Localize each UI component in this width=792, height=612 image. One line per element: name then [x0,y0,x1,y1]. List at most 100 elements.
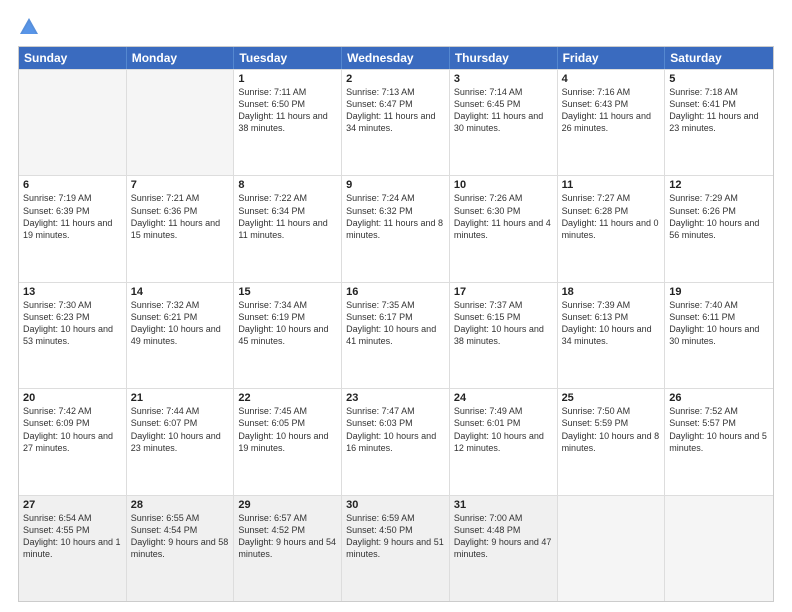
day-number: 26 [669,392,769,404]
cell-text: Sunrise: 7:37 AMSunset: 6:15 PMDaylight:… [454,299,553,348]
cell-text: Sunrise: 7:14 AMSunset: 6:45 PMDaylight:… [454,86,553,135]
calendar-cell: 20Sunrise: 7:42 AMSunset: 6:09 PMDayligh… [19,389,127,494]
calendar-day-header: Friday [558,47,666,69]
day-number: 15 [238,286,337,298]
calendar-day-header: Tuesday [234,47,342,69]
day-number: 10 [454,179,553,191]
calendar-row: 6Sunrise: 7:19 AMSunset: 6:39 PMDaylight… [19,175,773,281]
calendar-cell: 10Sunrise: 7:26 AMSunset: 6:30 PMDayligh… [450,176,558,281]
calendar-row: 27Sunrise: 6:54 AMSunset: 4:55 PMDayligh… [19,495,773,601]
calendar-row: 13Sunrise: 7:30 AMSunset: 6:23 PMDayligh… [19,282,773,388]
calendar-cell: 8Sunrise: 7:22 AMSunset: 6:34 PMDaylight… [234,176,342,281]
calendar-cell [19,70,127,175]
cell-text: Sunrise: 7:19 AMSunset: 6:39 PMDaylight:… [23,192,122,241]
calendar-cell: 24Sunrise: 7:49 AMSunset: 6:01 PMDayligh… [450,389,558,494]
cell-text: Sunrise: 7:00 AMSunset: 4:48 PMDaylight:… [454,512,553,561]
calendar-cell: 13Sunrise: 7:30 AMSunset: 6:23 PMDayligh… [19,283,127,388]
cell-text: Sunrise: 7:30 AMSunset: 6:23 PMDaylight:… [23,299,122,348]
calendar-cell: 22Sunrise: 7:45 AMSunset: 6:05 PMDayligh… [234,389,342,494]
day-number: 28 [131,499,230,511]
day-number: 25 [562,392,661,404]
calendar-day-header: Saturday [665,47,773,69]
cell-text: Sunrise: 6:55 AMSunset: 4:54 PMDaylight:… [131,512,230,561]
calendar-cell: 27Sunrise: 6:54 AMSunset: 4:55 PMDayligh… [19,496,127,601]
day-number: 9 [346,179,445,191]
day-number: 13 [23,286,122,298]
cell-text: Sunrise: 7:16 AMSunset: 6:43 PMDaylight:… [562,86,661,135]
calendar-cell: 12Sunrise: 7:29 AMSunset: 6:26 PMDayligh… [665,176,773,281]
day-number: 29 [238,499,337,511]
calendar-cell: 28Sunrise: 6:55 AMSunset: 4:54 PMDayligh… [127,496,235,601]
calendar-cell: 21Sunrise: 7:44 AMSunset: 6:07 PMDayligh… [127,389,235,494]
calendar-row: 20Sunrise: 7:42 AMSunset: 6:09 PMDayligh… [19,388,773,494]
day-number: 31 [454,499,553,511]
day-number: 19 [669,286,769,298]
calendar-row: 1Sunrise: 7:11 AMSunset: 6:50 PMDaylight… [19,69,773,175]
day-number: 12 [669,179,769,191]
cell-text: Sunrise: 6:54 AMSunset: 4:55 PMDaylight:… [23,512,122,561]
calendar-cell: 15Sunrise: 7:34 AMSunset: 6:19 PMDayligh… [234,283,342,388]
calendar-cell [127,70,235,175]
day-number: 22 [238,392,337,404]
page: SundayMondayTuesdayWednesdayThursdayFrid… [0,0,792,612]
calendar-cell: 25Sunrise: 7:50 AMSunset: 5:59 PMDayligh… [558,389,666,494]
cell-text: Sunrise: 7:32 AMSunset: 6:21 PMDaylight:… [131,299,230,348]
calendar-cell: 6Sunrise: 7:19 AMSunset: 6:39 PMDaylight… [19,176,127,281]
day-number: 23 [346,392,445,404]
calendar-cell: 4Sunrise: 7:16 AMSunset: 6:43 PMDaylight… [558,70,666,175]
logo [18,16,44,38]
calendar-cell: 31Sunrise: 7:00 AMSunset: 4:48 PMDayligh… [450,496,558,601]
cell-text: Sunrise: 7:40 AMSunset: 6:11 PMDaylight:… [669,299,769,348]
day-number: 6 [23,179,122,191]
calendar-cell: 2Sunrise: 7:13 AMSunset: 6:47 PMDaylight… [342,70,450,175]
calendar-cell: 30Sunrise: 6:59 AMSunset: 4:50 PMDayligh… [342,496,450,601]
calendar-body: 1Sunrise: 7:11 AMSunset: 6:50 PMDaylight… [19,69,773,601]
calendar-cell: 19Sunrise: 7:40 AMSunset: 6:11 PMDayligh… [665,283,773,388]
cell-text: Sunrise: 7:39 AMSunset: 6:13 PMDaylight:… [562,299,661,348]
day-number: 17 [454,286,553,298]
cell-text: Sunrise: 7:26 AMSunset: 6:30 PMDaylight:… [454,192,553,241]
day-number: 18 [562,286,661,298]
calendar-day-header: Thursday [450,47,558,69]
cell-text: Sunrise: 7:29 AMSunset: 6:26 PMDaylight:… [669,192,769,241]
calendar-cell: 5Sunrise: 7:18 AMSunset: 6:41 PMDaylight… [665,70,773,175]
calendar-day-header: Sunday [19,47,127,69]
day-number: 21 [131,392,230,404]
calendar-cell [665,496,773,601]
day-number: 20 [23,392,122,404]
calendar-cell: 11Sunrise: 7:27 AMSunset: 6:28 PMDayligh… [558,176,666,281]
cell-text: Sunrise: 7:21 AMSunset: 6:36 PMDaylight:… [131,192,230,241]
cell-text: Sunrise: 7:47 AMSunset: 6:03 PMDaylight:… [346,405,445,454]
calendar-day-header: Wednesday [342,47,450,69]
cell-text: Sunrise: 7:44 AMSunset: 6:07 PMDaylight:… [131,405,230,454]
calendar: SundayMondayTuesdayWednesdayThursdayFrid… [18,46,774,602]
cell-text: Sunrise: 6:59 AMSunset: 4:50 PMDaylight:… [346,512,445,561]
cell-text: Sunrise: 7:35 AMSunset: 6:17 PMDaylight:… [346,299,445,348]
day-number: 16 [346,286,445,298]
calendar-cell: 9Sunrise: 7:24 AMSunset: 6:32 PMDaylight… [342,176,450,281]
calendar-cell: 14Sunrise: 7:32 AMSunset: 6:21 PMDayligh… [127,283,235,388]
day-number: 3 [454,73,553,85]
calendar-cell: 7Sunrise: 7:21 AMSunset: 6:36 PMDaylight… [127,176,235,281]
calendar-cell: 18Sunrise: 7:39 AMSunset: 6:13 PMDayligh… [558,283,666,388]
cell-text: Sunrise: 7:11 AMSunset: 6:50 PMDaylight:… [238,86,337,135]
day-number: 4 [562,73,661,85]
cell-text: Sunrise: 7:18 AMSunset: 6:41 PMDaylight:… [669,86,769,135]
logo-icon [18,16,40,38]
cell-text: Sunrise: 7:50 AMSunset: 5:59 PMDaylight:… [562,405,661,454]
calendar-cell: 26Sunrise: 7:52 AMSunset: 5:57 PMDayligh… [665,389,773,494]
cell-text: Sunrise: 7:49 AMSunset: 6:01 PMDaylight:… [454,405,553,454]
calendar-cell [558,496,666,601]
cell-text: Sunrise: 7:52 AMSunset: 5:57 PMDaylight:… [669,405,769,454]
day-number: 1 [238,73,337,85]
cell-text: Sunrise: 7:42 AMSunset: 6:09 PMDaylight:… [23,405,122,454]
day-number: 27 [23,499,122,511]
calendar-cell: 3Sunrise: 7:14 AMSunset: 6:45 PMDaylight… [450,70,558,175]
cell-text: Sunrise: 7:24 AMSunset: 6:32 PMDaylight:… [346,192,445,241]
cell-text: Sunrise: 6:57 AMSunset: 4:52 PMDaylight:… [238,512,337,561]
calendar-cell: 29Sunrise: 6:57 AMSunset: 4:52 PMDayligh… [234,496,342,601]
day-number: 30 [346,499,445,511]
day-number: 2 [346,73,445,85]
cell-text: Sunrise: 7:45 AMSunset: 6:05 PMDaylight:… [238,405,337,454]
day-number: 11 [562,179,661,191]
